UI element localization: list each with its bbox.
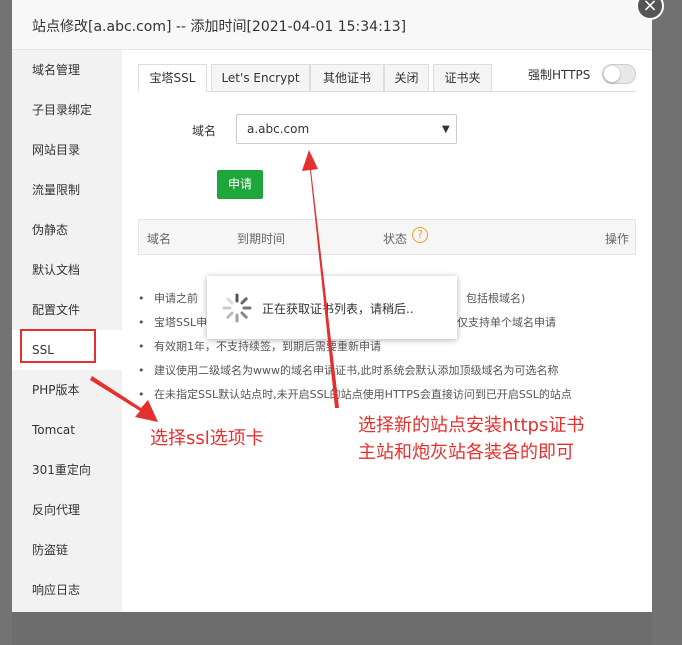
tab-close[interactable]: 关闭 [384, 64, 429, 92]
menu-item-site-directory[interactable]: 网站目录 [12, 130, 122, 170]
menu-item-subdirectory-binding[interactable]: 子目录绑定 [12, 90, 122, 130]
annotation-line: 选择新的站点安装https证书 [358, 415, 585, 436]
note-item: • 有效期1年，不支持续签，到期后需要重新申请 [138, 340, 381, 353]
menu-item-rewrite[interactable]: 伪静态 [12, 210, 122, 250]
note-item: • 宝塔SSL申 仅支持单个域名申请 [138, 316, 556, 329]
menu-item-php-version[interactable]: PHP版本 [12, 370, 122, 410]
loading-dialog: 正在获取证书列表，请稍后.. [207, 276, 457, 339]
tab-baota-ssl[interactable]: 宝塔SSL [138, 64, 207, 92]
tab-lets-encrypt[interactable]: Let's Encrypt [211, 64, 310, 92]
domain-select[interactable]: a.abc.com [236, 114, 457, 144]
menu-item-reverse-proxy[interactable]: 反向代理 [12, 490, 122, 530]
column-action: 操作 [605, 232, 630, 246]
menu-item-301-redirect[interactable]: 301重定向 [12, 450, 122, 490]
help-icon[interactable]: ? [412, 227, 428, 243]
note-item: • 申请之前 包括根域名) [138, 292, 526, 305]
menu-item-tomcat[interactable]: Tomcat [12, 410, 122, 450]
ssl-highlight-box [20, 329, 96, 363]
column-status: 状态 [383, 232, 408, 246]
certificate-table-header: 域名 到期时间 状态 操作 [138, 219, 636, 255]
modal-header: 站点修改[a.abc.com] -- 添加时间[2021-04-01 15:34… [12, 0, 652, 50]
apply-button[interactable]: 申请 [217, 170, 263, 199]
column-domain: 域名 [147, 232, 172, 246]
menu-item-response-log[interactable]: 响应日志 [12, 570, 122, 610]
tab-certificate-folder[interactable]: 证书夹 [433, 64, 492, 92]
domain-label: 域名 [192, 124, 217, 138]
note-item: • 建议使用二级域名为www的域名申请证书,此时系统会默认添加顶级域名为可选名称 [138, 364, 559, 377]
annotation-install-https: 选择新的站点安装https证书 主站和炮灰站各装各的即可 [358, 412, 584, 466]
force-https-label: 强制HTTPS [528, 68, 591, 82]
loading-spinner-icon [222, 293, 252, 323]
modal-title: 站点修改[a.abc.com] -- 添加时间[2021-04-01 15:34… [32, 19, 407, 35]
chevron-down-icon: ▼ [442, 124, 450, 135]
menu-item-hotlink-protection[interactable]: 防盗链 [12, 530, 122, 570]
annotation-line: 主站和炮灰站各装各的即可 [358, 442, 574, 463]
force-https-toggle[interactable] [602, 64, 636, 84]
menu-item-config-file[interactable]: 配置文件 [12, 290, 122, 330]
column-expire-time: 到期时间 [237, 232, 286, 246]
tab-other-certificate[interactable]: 其他证书 [310, 64, 384, 92]
menu-item-traffic-limit[interactable]: 流量限制 [12, 170, 122, 210]
menu-item-default-document[interactable]: 默认文档 [12, 250, 122, 290]
toggle-knob [604, 66, 620, 82]
annotation-select-ssl: 选择ssl选项卡 [150, 428, 264, 449]
menu-item-domain-management[interactable]: 域名管理 [12, 50, 122, 90]
note-item: • 在未指定SSL默认站点时,未开启SSL的站点使用HTTPS会直接访问到已开启S… [138, 388, 572, 401]
loading-text: 正在获取证书列表，请稍后.. [262, 302, 414, 316]
